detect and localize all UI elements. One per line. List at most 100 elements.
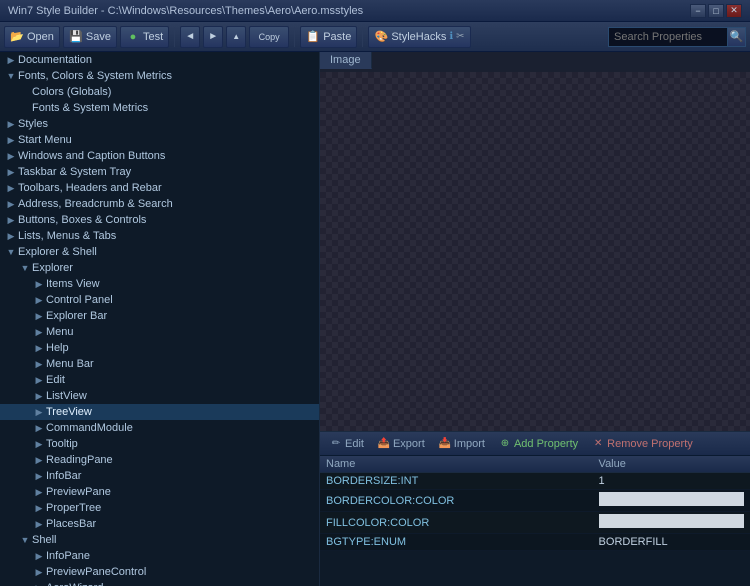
tree-toggle-toolbars: ▶ xyxy=(4,181,18,195)
import-button[interactable]: 📥 Import xyxy=(433,434,491,454)
remove-property-button[interactable]: ✕ Remove Property xyxy=(586,434,699,454)
tree-label-readingpane: ReadingPane xyxy=(46,454,113,466)
title-bar-text: Win7 Style Builder - C:\Windows\Resource… xyxy=(8,5,363,17)
tree-item-fonts-system[interactable]: Fonts & System Metrics xyxy=(0,100,319,116)
tree-toggle-documentation: ▶ xyxy=(4,53,18,67)
forward-button[interactable]: ► xyxy=(203,26,223,48)
tree-toggle-placesbar: ▶ xyxy=(32,517,46,531)
tree-item-windows-caption[interactable]: ▶Windows and Caption Buttons xyxy=(0,148,319,164)
maximize-button[interactable]: □ xyxy=(708,4,724,18)
add-property-icon: ⊕ xyxy=(499,438,511,450)
tree-label-taskbar: Taskbar & System Tray xyxy=(18,166,131,178)
paste-button[interactable]: 📋 Paste xyxy=(300,26,357,48)
tree-item-infopane[interactable]: ▶InfoPane xyxy=(0,548,319,564)
tree-label-windows-caption: Windows and Caption Buttons xyxy=(18,150,165,162)
stylehacks-button[interactable]: 🎨 StyleHacks ℹ ✂ xyxy=(368,26,470,48)
tree-item-infobar[interactable]: ▶InfoBar xyxy=(0,468,319,484)
search-input[interactable] xyxy=(608,27,728,47)
table-row[interactable]: BORDERSIZE:INT1 xyxy=(320,473,750,490)
test-icon: ● xyxy=(126,30,140,44)
tree-toggle-previewpane: ▶ xyxy=(32,485,46,499)
tree-toggle-menu: ▶ xyxy=(32,325,46,339)
tree-item-styles[interactable]: ▶Styles xyxy=(0,116,319,132)
tree-label-previewpane: PreviewPane xyxy=(46,486,111,498)
tree-item-menu-bar[interactable]: ▶Menu Bar xyxy=(0,356,319,372)
tree-toggle-fonts-system xyxy=(18,101,32,115)
open-icon: 📂 xyxy=(10,30,24,44)
save-button[interactable]: 💾 Save xyxy=(63,26,117,48)
tree-item-start-menu[interactable]: ▶Start Menu xyxy=(0,132,319,148)
test-button[interactable]: ● Test xyxy=(120,26,169,48)
tree-item-items-view[interactable]: ▶Items View xyxy=(0,276,319,292)
tree-item-tooltip[interactable]: ▶Tooltip xyxy=(0,436,319,452)
tree-item-commandmodule[interactable]: ▶CommandModule xyxy=(0,420,319,436)
prop-value-1 xyxy=(593,490,750,512)
tree-item-control-panel[interactable]: ▶Control Panel xyxy=(0,292,319,308)
tree-item-explorer-shell[interactable]: ▼Explorer & Shell xyxy=(0,244,319,260)
tree-item-readingpane[interactable]: ▶ReadingPane xyxy=(0,452,319,468)
export-icon: 📤 xyxy=(378,438,390,450)
tree-label-edit: Edit xyxy=(46,374,65,386)
checkerboard-bg xyxy=(320,72,750,431)
properties-table: Name Value BORDERSIZE:INT1BORDERCOLOR:CO… xyxy=(320,456,750,586)
image-area: Image xyxy=(320,52,750,432)
tree-toggle-address: ▶ xyxy=(4,197,18,211)
title-bar: Win7 Style Builder - C:\Windows\Resource… xyxy=(0,0,750,22)
tree-label-help: Help xyxy=(46,342,69,354)
tree-item-aerowizard[interactable]: ▶AeroWizard xyxy=(0,580,319,586)
table-row[interactable]: FILLCOLOR:COLOR xyxy=(320,512,750,534)
tree-label-toolbars: Toolbars, Headers and Rebar xyxy=(18,182,162,194)
tree-item-treeview[interactable]: ▶TreeView xyxy=(0,404,319,420)
prop-name-0: BORDERSIZE:INT xyxy=(320,473,593,490)
image-tab[interactable]: Image xyxy=(320,52,372,69)
back-button[interactable]: ◄ xyxy=(180,26,200,48)
tree-item-edit[interactable]: ▶Edit xyxy=(0,372,319,388)
tree-label-infopane: InfoPane xyxy=(46,550,90,562)
tree-item-explorer-bar[interactable]: ▶Explorer Bar xyxy=(0,308,319,324)
tree-item-colors-globals[interactable]: Colors (Globals) xyxy=(0,84,319,100)
tree-item-fonts-colors[interactable]: ▼Fonts, Colors & System Metrics xyxy=(0,68,319,84)
tree-label-buttons: Buttons, Boxes & Controls xyxy=(18,214,146,226)
table-row[interactable]: BGTYPE:ENUMBORDERFILL xyxy=(320,534,750,551)
search-box: 🔍 xyxy=(608,27,746,47)
open-button[interactable]: 📂 Open xyxy=(4,26,60,48)
close-button[interactable]: ✕ xyxy=(726,4,742,18)
copy-button[interactable]: Copy xyxy=(249,26,289,48)
tree-label-menu-bar: Menu Bar xyxy=(46,358,94,370)
export-button[interactable]: 📤 Export xyxy=(372,434,431,454)
tree-label-listview: ListView xyxy=(46,390,87,402)
tree-toggle-aerowizard: ▶ xyxy=(32,581,46,586)
tree-toggle-propertree: ▶ xyxy=(32,501,46,515)
tree-item-listview[interactable]: ▶ListView xyxy=(0,388,319,404)
tree-item-propertree[interactable]: ▶ProperTree xyxy=(0,500,319,516)
main-content: ▶Documentation▼Fonts, Colors & System Me… xyxy=(0,52,750,586)
tree-item-address[interactable]: ▶Address, Breadcrumb & Search xyxy=(0,196,319,212)
tree-label-items-view: Items View xyxy=(46,278,100,290)
tree-label-tooltip: Tooltip xyxy=(46,438,78,450)
import-icon: 📥 xyxy=(439,438,451,450)
tree-toggle-previewpanecontrol: ▶ xyxy=(32,565,46,579)
tree-item-lists[interactable]: ▶Lists, Menus & Tabs xyxy=(0,228,319,244)
tree-item-help[interactable]: ▶Help xyxy=(0,340,319,356)
add-property-button[interactable]: ⊕ Add Property xyxy=(493,434,584,454)
tree-item-placesbar[interactable]: ▶PlacesBar xyxy=(0,516,319,532)
tree-item-menu[interactable]: ▶Menu xyxy=(0,324,319,340)
tree-item-taskbar[interactable]: ▶Taskbar & System Tray xyxy=(0,164,319,180)
tree-toggle-tooltip: ▶ xyxy=(32,437,46,451)
search-button[interactable]: 🔍 xyxy=(728,27,746,47)
minimize-button[interactable]: − xyxy=(690,4,706,18)
tree-item-explorer[interactable]: ▼Explorer xyxy=(0,260,319,276)
tree-toggle-infopane: ▶ xyxy=(32,549,46,563)
tree-item-shell[interactable]: ▼Shell xyxy=(0,532,319,548)
tree-toggle-commandmodule: ▶ xyxy=(32,421,46,435)
edit-button[interactable]: ✏ Edit xyxy=(324,434,370,454)
up-button[interactable]: ▲ xyxy=(226,26,246,48)
tree-item-previewpane[interactable]: ▶PreviewPane xyxy=(0,484,319,500)
tree-item-previewpanecontrol[interactable]: ▶PreviewPaneControl xyxy=(0,564,319,580)
tree-label-previewpanecontrol: PreviewPaneControl xyxy=(46,566,146,578)
table-row[interactable]: BORDERCOLOR:COLOR xyxy=(320,490,750,512)
tree-item-toolbars[interactable]: ▶Toolbars, Headers and Rebar xyxy=(0,180,319,196)
tree-item-documentation[interactable]: ▶Documentation xyxy=(0,52,319,68)
tree-toggle-menu-bar: ▶ xyxy=(32,357,46,371)
tree-item-buttons[interactable]: ▶Buttons, Boxes & Controls xyxy=(0,212,319,228)
